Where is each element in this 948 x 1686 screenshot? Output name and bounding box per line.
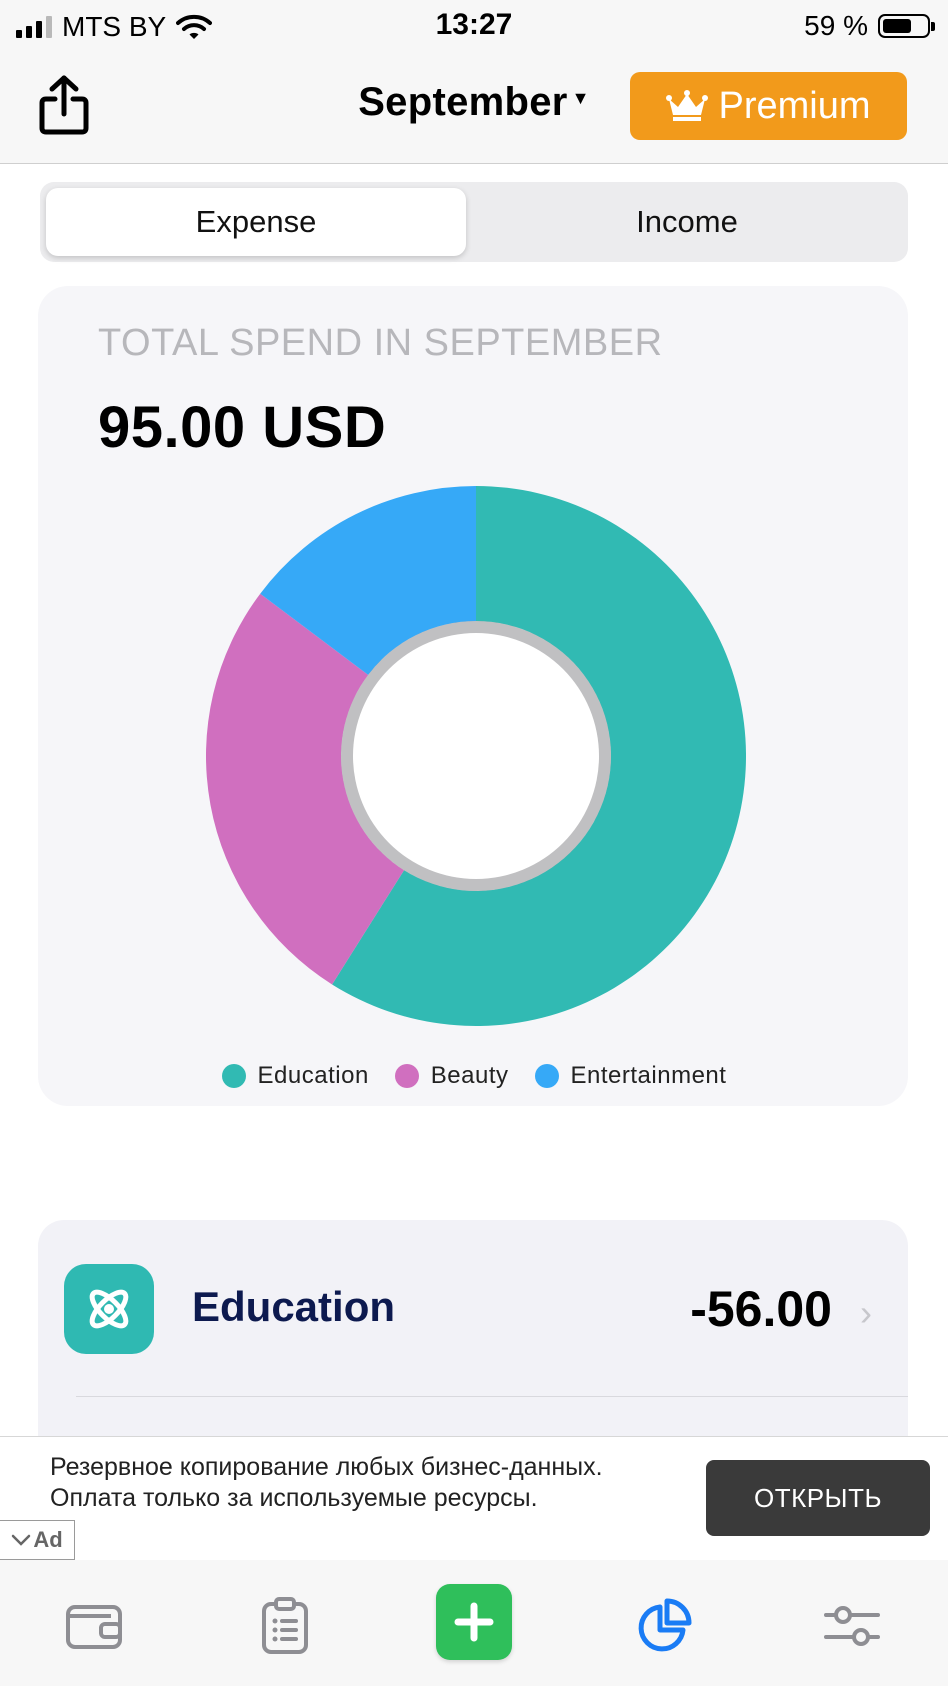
sliders-icon (824, 1606, 880, 1646)
battery-icon (878, 14, 935, 38)
legend-item-entertainment: Entertainment (534, 1062, 727, 1090)
plus-icon (454, 1602, 494, 1642)
status-right: 59 % (804, 10, 935, 42)
month-title: September (358, 80, 568, 124)
divider (76, 1396, 908, 1397)
legend-item-education: Education (221, 1062, 369, 1090)
chevron-down-icon (12, 1534, 31, 1546)
legend-dot (394, 1064, 419, 1088)
ad-text: Резервное копирование любых бизнес-данны… (50, 1453, 603, 1512)
add-transaction-button[interactable] (436, 1584, 512, 1660)
tab-settings[interactable] (822, 1596, 882, 1656)
chevron-right-icon[interactable]: › (860, 1292, 872, 1334)
total-spend-label: TOTAL SPEND IN SEPTEMBER (98, 322, 663, 364)
legend-label: Beauty (430, 1062, 509, 1089)
tab-wallet[interactable] (64, 1596, 124, 1656)
clipboard-icon (262, 1597, 308, 1654)
chart-legend: Education Beauty Entertainment (0, 1062, 948, 1090)
battery-percent: 59 % (804, 10, 868, 41)
ad-badge-label: Ad (33, 1527, 63, 1552)
legend-label: Entertainment (570, 1062, 727, 1089)
tab-income[interactable]: Income (472, 188, 902, 256)
tab-expense[interactable]: Expense (46, 188, 466, 256)
ad-open-button[interactable]: ОТКРЫТЬ (706, 1460, 930, 1536)
wallet-icon (66, 1605, 122, 1649)
type-segmented-control: Expense Income (40, 182, 908, 262)
donut-hole (353, 633, 599, 879)
category-list (38, 1220, 908, 1460)
legend-dot (534, 1064, 559, 1088)
tab-transactions[interactable] (255, 1596, 315, 1656)
legend-label: Education (257, 1062, 369, 1089)
tab-statistics[interactable] (634, 1596, 694, 1656)
category-name[interactable]: Education (192, 1283, 395, 1331)
category-icon-education (64, 1264, 154, 1354)
crown-icon (666, 90, 709, 121)
caret-down-icon: ▼ (571, 87, 590, 108)
legend-item-beauty: Beauty (394, 1062, 509, 1090)
premium-label: Premium (718, 84, 871, 127)
pie-chart-icon (638, 1598, 692, 1652)
category-amount: -56.00 (690, 1281, 832, 1337)
legend-dot (221, 1064, 246, 1088)
donut-chart[interactable] (196, 476, 756, 1036)
ad-badge[interactable]: Ad (0, 1520, 75, 1560)
atom-icon (89, 1289, 129, 1329)
total-spend-value: 95.00 USD (98, 395, 387, 460)
premium-button[interactable]: Premium (630, 72, 907, 140)
